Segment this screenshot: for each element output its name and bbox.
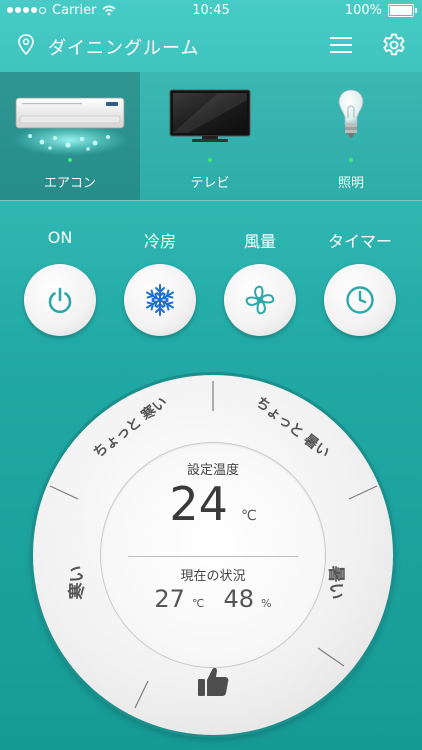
status-bar: Carrier 10:45 100%: [0, 0, 422, 22]
air-conditioner-icon: [12, 97, 128, 156]
status-led: [349, 158, 353, 162]
mode-cooling: 冷房: [120, 228, 200, 336]
battery-percent: 100%: [344, 3, 382, 18]
current-readings: 27 ℃ 48 %: [101, 585, 325, 613]
room-title: ダイニングルーム: [48, 38, 200, 59]
current-humidity: 48: [223, 585, 255, 613]
current-temp: 27: [154, 585, 185, 613]
segment-label-cold: 寒い: [67, 565, 88, 600]
setpoint-group: 24 ℃: [101, 477, 325, 531]
dial-segment-cold[interactable]: 寒い: [63, 563, 88, 603]
device-label-aircon: エアコン: [43, 176, 96, 191]
fan-icon: [245, 285, 275, 315]
battery-icon: [388, 4, 417, 17]
mode-fan: 風量: [220, 228, 300, 336]
device-tabs: エアコン テレビ 照明: [0, 72, 422, 201]
device-label-tv: テレビ: [190, 176, 230, 191]
tv-icon: [169, 89, 251, 142]
device-tab-tv[interactable]: テレビ: [140, 72, 280, 200]
mode-label-timer: タイマー: [327, 232, 392, 251]
status-led: [68, 158, 72, 162]
timer-button[interactable]: [324, 264, 396, 336]
mode-label-power: ON: [47, 228, 73, 247]
clock-icon: [346, 286, 374, 314]
power-button[interactable]: [24, 264, 96, 336]
device-tab-aircon[interactable]: エアコン: [0, 72, 140, 200]
device-label-light: 照明: [337, 176, 364, 191]
battery-group: 100%: [344, 3, 417, 18]
status-led: [208, 158, 212, 162]
mode-label-cooling: 冷房: [143, 232, 176, 251]
setpoint-value: 24: [169, 477, 228, 531]
gear-icon[interactable]: [382, 33, 406, 57]
dial-segment-comfortable[interactable]: [193, 661, 233, 701]
mode-timer: タイマー: [320, 228, 400, 336]
light-bulb-icon: [338, 89, 364, 138]
power-icon: [48, 287, 72, 314]
menu-icon[interactable]: [330, 36, 352, 54]
display-divider: [128, 556, 298, 557]
temperature-display: 設定温度 24 ℃ 現在の状況 27 ℃ 48 %: [101, 443, 325, 667]
device-tab-light[interactable]: 照明: [281, 72, 421, 200]
dial-segment-hot[interactable]: 暑い: [326, 563, 351, 603]
fan-button[interactable]: [224, 264, 296, 336]
location-pin-icon: [18, 34, 34, 56]
cooling-button[interactable]: [124, 264, 196, 336]
segment-label-hot: 暑い: [325, 565, 346, 600]
snowflake-icon: [144, 284, 176, 316]
status-label: 現在の状況: [180, 569, 246, 584]
current-temp-unit: ℃: [192, 597, 205, 610]
mode-label-fan: 風量: [243, 232, 276, 251]
mode-power: ON: [20, 228, 100, 336]
comfort-dial: ちょっと 寒い ちょっと 暑い 暑い 寒い 設定温度 24 ℃ 現在の状況 27…: [33, 375, 393, 735]
app-header: ダイニングルーム: [0, 22, 422, 72]
thumbs-up-icon: [198, 667, 229, 696]
humidity-unit: %: [261, 597, 272, 610]
setpoint-unit: ℃: [240, 508, 257, 524]
setpoint-label: 設定温度: [186, 463, 239, 478]
